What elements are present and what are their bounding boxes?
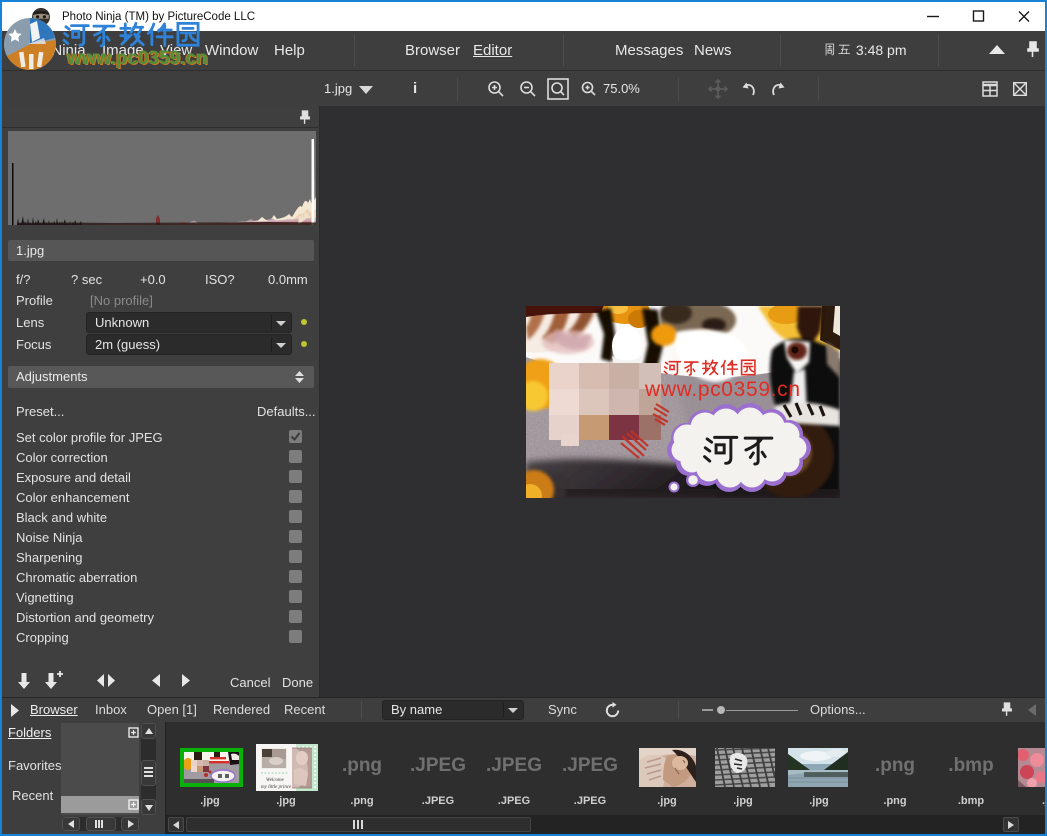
- svg-text:Welcome: Welcome: [266, 778, 285, 783]
- svg-text:www.pc0359.cn: www.pc0359.cn: [644, 378, 800, 401]
- svg-text:my little prince: my little prince: [261, 785, 292, 790]
